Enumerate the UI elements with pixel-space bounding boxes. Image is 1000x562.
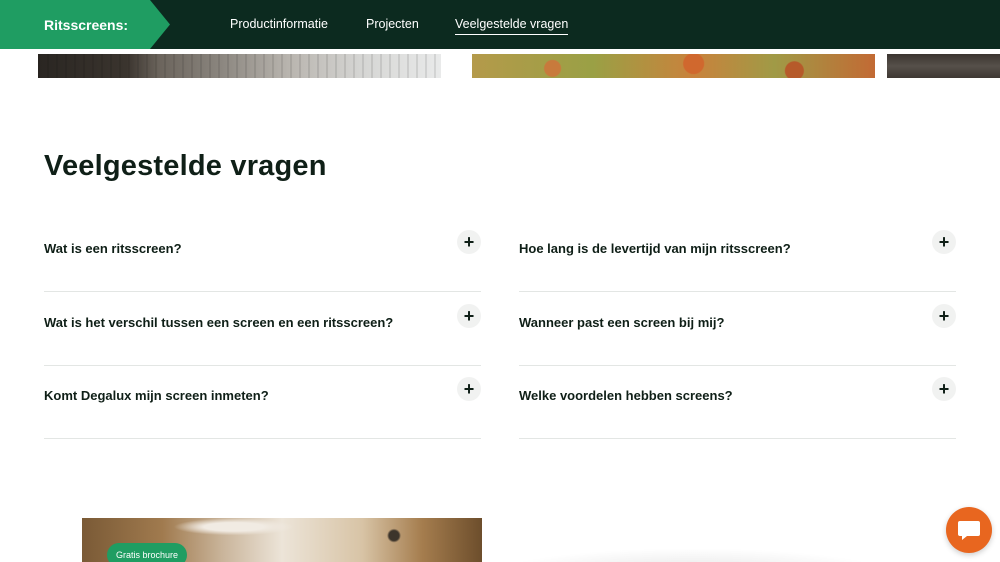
brochure-badge: Gratis brochure xyxy=(107,543,188,562)
faq-question: Wanneer past een screen bij mij? xyxy=(519,315,725,330)
faq-question: Welke voordelen hebben screens? xyxy=(519,388,733,403)
faq-item[interactable]: Komt Degalux mijn screen inmeten? + xyxy=(44,365,481,439)
project-photo-2[interactable] xyxy=(472,54,875,78)
nav-productinformatie[interactable]: Productinformatie xyxy=(230,17,328,31)
top-navigation: Ritsscreens: Productinformatie Projecten… xyxy=(0,0,1000,49)
chat-button[interactable] xyxy=(946,507,992,553)
nav-projecten[interactable]: Projecten xyxy=(366,17,419,31)
faq-question: Komt Degalux mijn screen inmeten? xyxy=(44,388,269,403)
faq-item[interactable]: Welke voordelen hebben screens? + xyxy=(519,365,956,439)
faq-item[interactable]: Hoe lang is de levertijd van mijn ritssc… xyxy=(519,218,956,292)
nav-veelgestelde-vragen[interactable]: Veelgestelde vragen xyxy=(455,17,569,35)
plus-icon[interactable]: + xyxy=(457,304,481,328)
project-photo-1[interactable] xyxy=(38,54,441,78)
plus-icon[interactable]: + xyxy=(457,377,481,401)
project-photo-3[interactable] xyxy=(887,54,1000,78)
faq-item[interactable]: Wat is het verschil tussen een screen en… xyxy=(44,292,481,366)
brand-tab[interactable]: Ritsscreens: xyxy=(0,0,170,49)
card-shadow xyxy=(482,548,902,562)
faq-item[interactable]: Wat is een ritsscreen? + xyxy=(44,218,481,292)
faq-question: Wat is het verschil tussen een screen en… xyxy=(44,315,394,330)
plus-icon[interactable]: + xyxy=(932,230,956,254)
plus-icon[interactable]: + xyxy=(932,377,956,401)
chat-bubble-icon xyxy=(958,521,980,540)
faq-item[interactable]: Wanneer past een screen bij mij? + xyxy=(519,292,956,366)
plus-icon[interactable]: + xyxy=(457,230,481,254)
faq-question: Hoe lang is de levertijd van mijn ritssc… xyxy=(519,241,791,256)
faq-title: Veelgestelde vragen xyxy=(44,150,327,182)
plus-icon[interactable]: + xyxy=(932,304,956,328)
faq-question: Wat is een ritsscreen? xyxy=(44,241,182,256)
